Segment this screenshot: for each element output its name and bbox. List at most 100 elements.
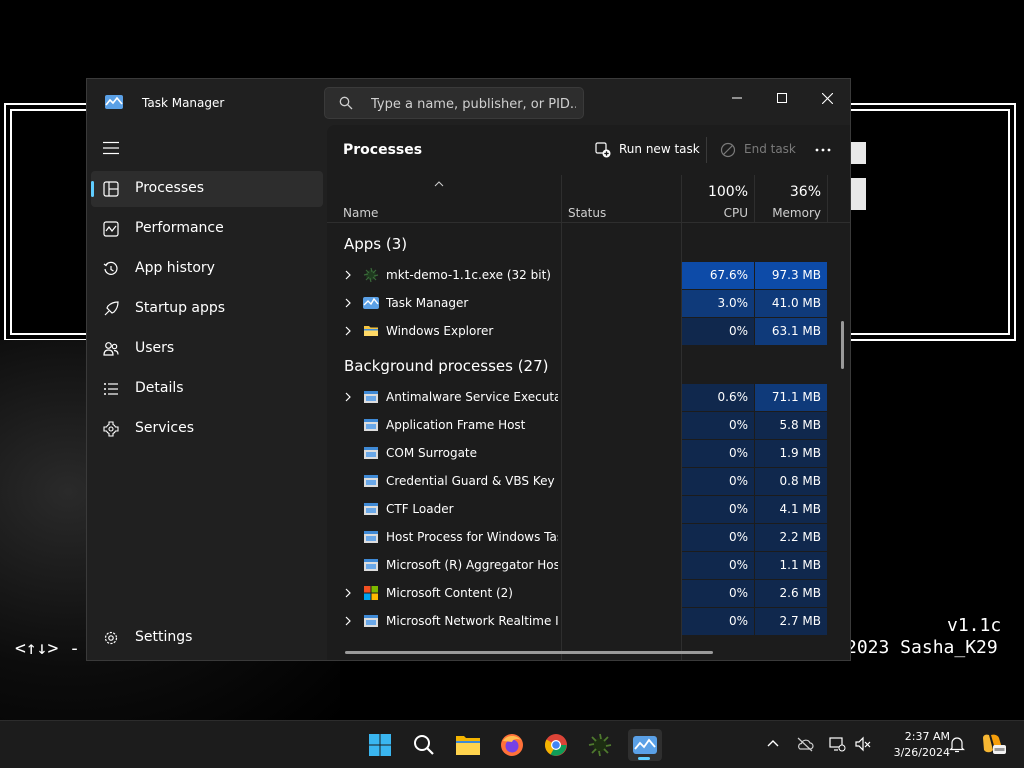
minimize-button[interactable]	[714, 83, 760, 113]
hamburger-menu-icon[interactable]	[103, 141, 119, 155]
process-window-icon	[364, 475, 378, 487]
search-icon	[339, 96, 353, 110]
column-header-cpu[interactable]: CPU	[682, 206, 748, 220]
cpu-total-percent: 100%	[707, 184, 748, 200]
table-row[interactable]: Microsoft Content (2) 0% 2.6 MB	[327, 579, 827, 607]
process-window-icon	[364, 503, 378, 515]
column-divider[interactable]	[827, 175, 828, 223]
column-header-name[interactable]: Name	[343, 206, 378, 220]
maximize-button[interactable]	[759, 83, 805, 113]
taskbar-mkt-demo[interactable]	[584, 729, 616, 761]
column-header-memory[interactable]: Memory	[755, 206, 821, 220]
close-button[interactable]	[804, 83, 850, 113]
chevron-right-icon[interactable]	[343, 269, 353, 281]
start-button[interactable]	[364, 729, 396, 761]
cpu-cell: 0%	[682, 468, 754, 495]
sidebar-item-details[interactable]: Details	[91, 371, 323, 407]
taskbar: 2:37 AM 3/26/2024	[0, 720, 1024, 768]
column-divider[interactable]	[754, 175, 755, 223]
copilot-preview-icon[interactable]	[980, 732, 1006, 756]
taskbar-task-manager[interactable]	[628, 729, 662, 761]
history-icon	[103, 261, 118, 275]
table-row[interactable]: Windows Explorer 0% 63.1 MB	[327, 317, 827, 345]
users-icon	[103, 342, 119, 356]
process-window-icon	[364, 559, 378, 571]
chevron-up-icon[interactable]	[764, 735, 782, 753]
mkt-demo-app-icon	[588, 733, 612, 757]
gear-icon	[104, 631, 118, 645]
processes-panel: Processes Run new task End task Name Sta…	[327, 125, 850, 660]
memory-cell: 2.2 MB	[755, 524, 827, 551]
table-row[interactable]: Task Manager 3.0% 41.0 MB	[327, 289, 827, 317]
cpu-cell: 0%	[682, 608, 754, 635]
system-clock[interactable]: 2:37 AM 3/26/2024	[868, 729, 950, 761]
chevron-right-icon[interactable]	[343, 325, 353, 337]
taskbar-chrome[interactable]	[540, 729, 572, 761]
sidebar-item-label: Settings	[135, 629, 193, 645]
table-row[interactable]: Host Process for Windows Tasks 0% 2.2 MB	[327, 523, 827, 551]
table-row[interactable]: Credential Guard & VBS Key Is... 0% 0.8 …	[327, 467, 827, 495]
table-row[interactable]: Antimalware Service Executable 0.6% 71.1…	[327, 383, 827, 411]
notification-bell-icon[interactable]	[948, 735, 966, 753]
process-name: Microsoft Content (2)	[386, 586, 513, 600]
taskbar-file-explorer[interactable]	[452, 729, 484, 761]
sidebar-item-startup-apps[interactable]: Startup apps	[91, 291, 323, 327]
chevron-right-icon[interactable]	[343, 297, 353, 309]
sidebar-item-services[interactable]: Services	[91, 411, 323, 447]
sidebar-item-performance[interactable]: Performance	[91, 211, 323, 247]
horizontal-scrollbar[interactable]	[345, 651, 713, 654]
clock-time: 2:37 AM	[904, 730, 950, 743]
memory-total-percent: 36%	[789, 184, 821, 200]
end-task-button[interactable]: End task	[720, 137, 800, 163]
table-row[interactable]: CTF Loader 0% 4.1 MB	[327, 495, 827, 523]
table-row[interactable]: Application Frame Host 0% 5.8 MB	[327, 411, 827, 439]
column-header-status[interactable]: Status	[568, 206, 606, 220]
sort-ascending-icon	[434, 181, 444, 187]
vertical-scrollbar[interactable]	[841, 321, 844, 369]
process-name: mkt-demo-1.1c.exe (32 bit)	[386, 268, 551, 282]
process-window-icon	[364, 419, 378, 431]
network-icon[interactable]	[828, 735, 846, 753]
memory-cell: 71.1 MB	[755, 384, 827, 411]
memory-cell: 5.8 MB	[755, 412, 827, 439]
sidebar-item-settings[interactable]: Settings	[91, 620, 323, 656]
title-bar[interactable]: Task Manager	[87, 79, 850, 125]
background-credit: 2023 Sasha_K29	[846, 637, 998, 658]
onedrive-icon[interactable]	[796, 735, 814, 753]
chevron-right-icon[interactable]	[343, 615, 353, 627]
taskbar-search-button[interactable]	[408, 729, 440, 761]
search-box[interactable]	[324, 87, 584, 119]
table-row[interactable]: Microsoft Network Realtime I... 0% 2.7 M…	[327, 607, 827, 635]
taskbar-firefox[interactable]	[496, 729, 528, 761]
task-manager-app-icon	[363, 297, 379, 309]
sidebar-item-label: Performance	[135, 220, 224, 236]
sidebar-item-label: Processes	[135, 180, 205, 196]
table-row[interactable]: Microsoft (R) Aggregator Host 0% 1.1 MB	[327, 551, 827, 579]
chevron-right-icon[interactable]	[343, 587, 353, 599]
table-row[interactable]: mkt-demo-1.1c.exe (32 bit) 67.6% 97.3 MB	[327, 261, 827, 289]
microsoft-logo-icon	[364, 586, 378, 600]
sidebar-item-processes[interactable]: Processes	[91, 171, 323, 207]
cpu-cell: 0%	[682, 496, 754, 523]
run-new-task-button[interactable]: Run new task	[595, 137, 700, 163]
process-name: COM Surrogate	[386, 446, 478, 460]
search-input[interactable]	[371, 94, 576, 114]
sidebar-item-label: App history	[135, 260, 215, 276]
process-window-icon	[364, 531, 378, 543]
memory-cell: 97.3 MB	[755, 262, 827, 289]
table-row[interactable]: COM Surrogate 0% 1.9 MB	[327, 439, 827, 467]
chevron-right-icon[interactable]	[343, 391, 353, 403]
cpu-cell: 0%	[682, 524, 754, 551]
column-header-row: Name Status 100% CPU 36% Memory	[327, 175, 850, 223]
mkt-demo-app-icon	[363, 267, 379, 283]
minimize-icon	[732, 97, 742, 99]
windows-logo-icon	[369, 734, 391, 756]
background-processes-group-header: Background processes (27)	[344, 357, 549, 375]
process-window-icon	[364, 615, 378, 627]
process-window-icon	[364, 447, 378, 459]
more-options-button[interactable]	[813, 137, 837, 163]
sidebar-item-app-history[interactable]: App history	[91, 251, 323, 287]
background-app-block	[850, 142, 866, 164]
task-manager-app-icon	[633, 736, 657, 754]
sidebar-item-users[interactable]: Users	[91, 331, 323, 367]
